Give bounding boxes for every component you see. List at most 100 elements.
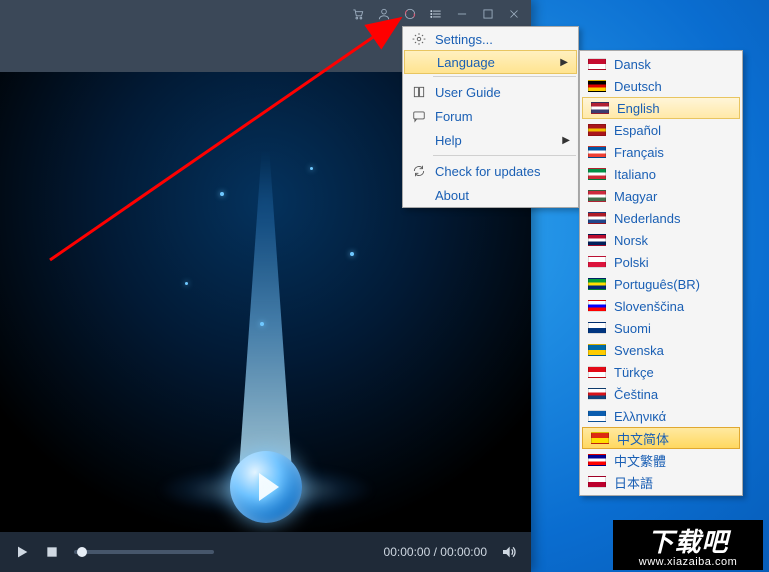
stop-button[interactable] bbox=[44, 544, 60, 560]
menu-label: Language bbox=[433, 55, 560, 70]
menu-item-settings[interactable]: Settings... bbox=[403, 27, 578, 51]
support-icon[interactable] bbox=[398, 2, 422, 26]
time-current: 00:00:00 bbox=[384, 545, 431, 559]
beam-graphic bbox=[226, 152, 306, 492]
menu-separator bbox=[433, 76, 576, 77]
language-label: Dansk bbox=[614, 57, 651, 72]
language-item[interactable]: 中文简体 bbox=[582, 427, 740, 449]
language-item[interactable]: Čeština bbox=[580, 383, 742, 405]
user-icon[interactable] bbox=[372, 2, 396, 26]
play-button[interactable] bbox=[14, 544, 30, 560]
particle bbox=[350, 252, 354, 256]
language-item[interactable]: English bbox=[582, 97, 740, 119]
flag-icon bbox=[588, 322, 606, 334]
language-item[interactable]: Suomi bbox=[580, 317, 742, 339]
language-item[interactable]: Magyar bbox=[580, 185, 742, 207]
language-label: Español bbox=[614, 123, 661, 138]
flag-icon bbox=[588, 388, 606, 400]
particle bbox=[310, 167, 313, 170]
flag-icon bbox=[588, 476, 606, 488]
language-label: Nederlands bbox=[614, 211, 681, 226]
language-item[interactable]: Ελληνικά bbox=[580, 405, 742, 427]
language-label: Svenska bbox=[614, 343, 664, 358]
language-label: Magyar bbox=[614, 189, 657, 204]
menu-item-about[interactable]: About bbox=[403, 183, 578, 207]
language-item[interactable]: Dansk bbox=[580, 53, 742, 75]
flag-icon bbox=[591, 432, 609, 444]
flag-icon bbox=[588, 278, 606, 290]
language-label: Slovenščina bbox=[614, 299, 684, 314]
menu-label: Settings... bbox=[431, 32, 570, 47]
cart-icon[interactable] bbox=[346, 2, 370, 26]
language-item[interactable]: Français bbox=[580, 141, 742, 163]
watermark-url: www.xiazaiba.com bbox=[639, 556, 737, 568]
submenu-arrow-icon: ▶ bbox=[560, 57, 568, 68]
menu-list-icon[interactable] bbox=[424, 2, 448, 26]
close-button[interactable] bbox=[502, 2, 526, 26]
language-item[interactable]: Türkçe bbox=[580, 361, 742, 383]
flag-icon bbox=[588, 454, 606, 466]
menu-label: Help bbox=[431, 133, 562, 148]
volume-button[interactable] bbox=[501, 544, 517, 560]
menu-item-user-guide[interactable]: User Guide bbox=[403, 80, 578, 104]
book-icon bbox=[407, 85, 431, 99]
refresh-icon bbox=[407, 164, 431, 178]
particle bbox=[220, 192, 224, 196]
flag-icon bbox=[588, 168, 606, 180]
language-item[interactable]: Svenska bbox=[580, 339, 742, 361]
watermark-text: 下载吧 bbox=[647, 522, 728, 559]
language-label: 日本語 bbox=[614, 473, 653, 492]
language-item[interactable]: Polski bbox=[580, 251, 742, 273]
progress-slider[interactable] bbox=[74, 550, 214, 554]
language-label: Français bbox=[614, 145, 664, 160]
language-item[interactable]: Norsk bbox=[580, 229, 742, 251]
language-label: English bbox=[617, 101, 660, 116]
menu-item-language[interactable]: Language ▶ bbox=[404, 50, 577, 74]
flag-icon bbox=[588, 256, 606, 268]
language-item[interactable]: 日本語 bbox=[580, 471, 742, 493]
language-item[interactable]: Español bbox=[580, 119, 742, 141]
menu-item-check-updates[interactable]: Check for updates bbox=[403, 159, 578, 183]
flag-icon bbox=[588, 146, 606, 158]
watermark: 下载吧 www.xiazaiba.com bbox=[613, 520, 763, 570]
menu-label: Forum bbox=[431, 109, 570, 124]
menu-separator bbox=[433, 155, 576, 156]
minimize-button[interactable] bbox=[450, 2, 474, 26]
flag-icon bbox=[588, 366, 606, 378]
language-item[interactable]: Slovenščina bbox=[580, 295, 742, 317]
particle bbox=[185, 282, 188, 285]
language-item[interactable]: Nederlands bbox=[580, 207, 742, 229]
chat-icon bbox=[407, 109, 431, 123]
menu-label: User Guide bbox=[431, 85, 570, 100]
language-item[interactable]: Português(BR) bbox=[580, 273, 742, 295]
language-label: Italiano bbox=[614, 167, 656, 182]
gear-icon bbox=[407, 32, 431, 46]
language-label: Suomi bbox=[614, 321, 651, 336]
flag-icon bbox=[588, 410, 606, 422]
language-label: 中文繁體 bbox=[614, 451, 666, 470]
flag-icon bbox=[588, 212, 606, 224]
language-item[interactable]: Italiano bbox=[580, 163, 742, 185]
menu-label: About bbox=[431, 188, 570, 203]
settings-menu: Settings... Language ▶ User Guide Forum … bbox=[402, 26, 579, 208]
menu-item-forum[interactable]: Forum bbox=[403, 104, 578, 128]
language-submenu: Dansk Deutsch English Español Français Italia… bbox=[579, 50, 743, 496]
flag-icon bbox=[588, 124, 606, 136]
time-separator: / bbox=[430, 545, 440, 559]
language-label: Português(BR) bbox=[614, 277, 700, 292]
language-label: Deutsch bbox=[614, 79, 662, 94]
flag-icon bbox=[588, 58, 606, 70]
language-label: 中文简体 bbox=[617, 429, 669, 448]
play-orb-icon[interactable] bbox=[230, 451, 302, 523]
flag-icon bbox=[588, 80, 606, 92]
time-display: 00:00:00 / 00:00:00 bbox=[384, 545, 487, 559]
language-label: Čeština bbox=[614, 387, 658, 402]
language-label: Norsk bbox=[614, 233, 648, 248]
language-item[interactable]: Deutsch bbox=[580, 75, 742, 97]
menu-item-help[interactable]: Help ▶ bbox=[403, 128, 578, 152]
menu-label: Check for updates bbox=[431, 164, 570, 179]
submenu-arrow-icon: ▶ bbox=[562, 135, 570, 146]
maximize-button[interactable] bbox=[476, 2, 500, 26]
language-item[interactable]: 中文繁體 bbox=[580, 449, 742, 471]
flag-icon bbox=[588, 344, 606, 356]
